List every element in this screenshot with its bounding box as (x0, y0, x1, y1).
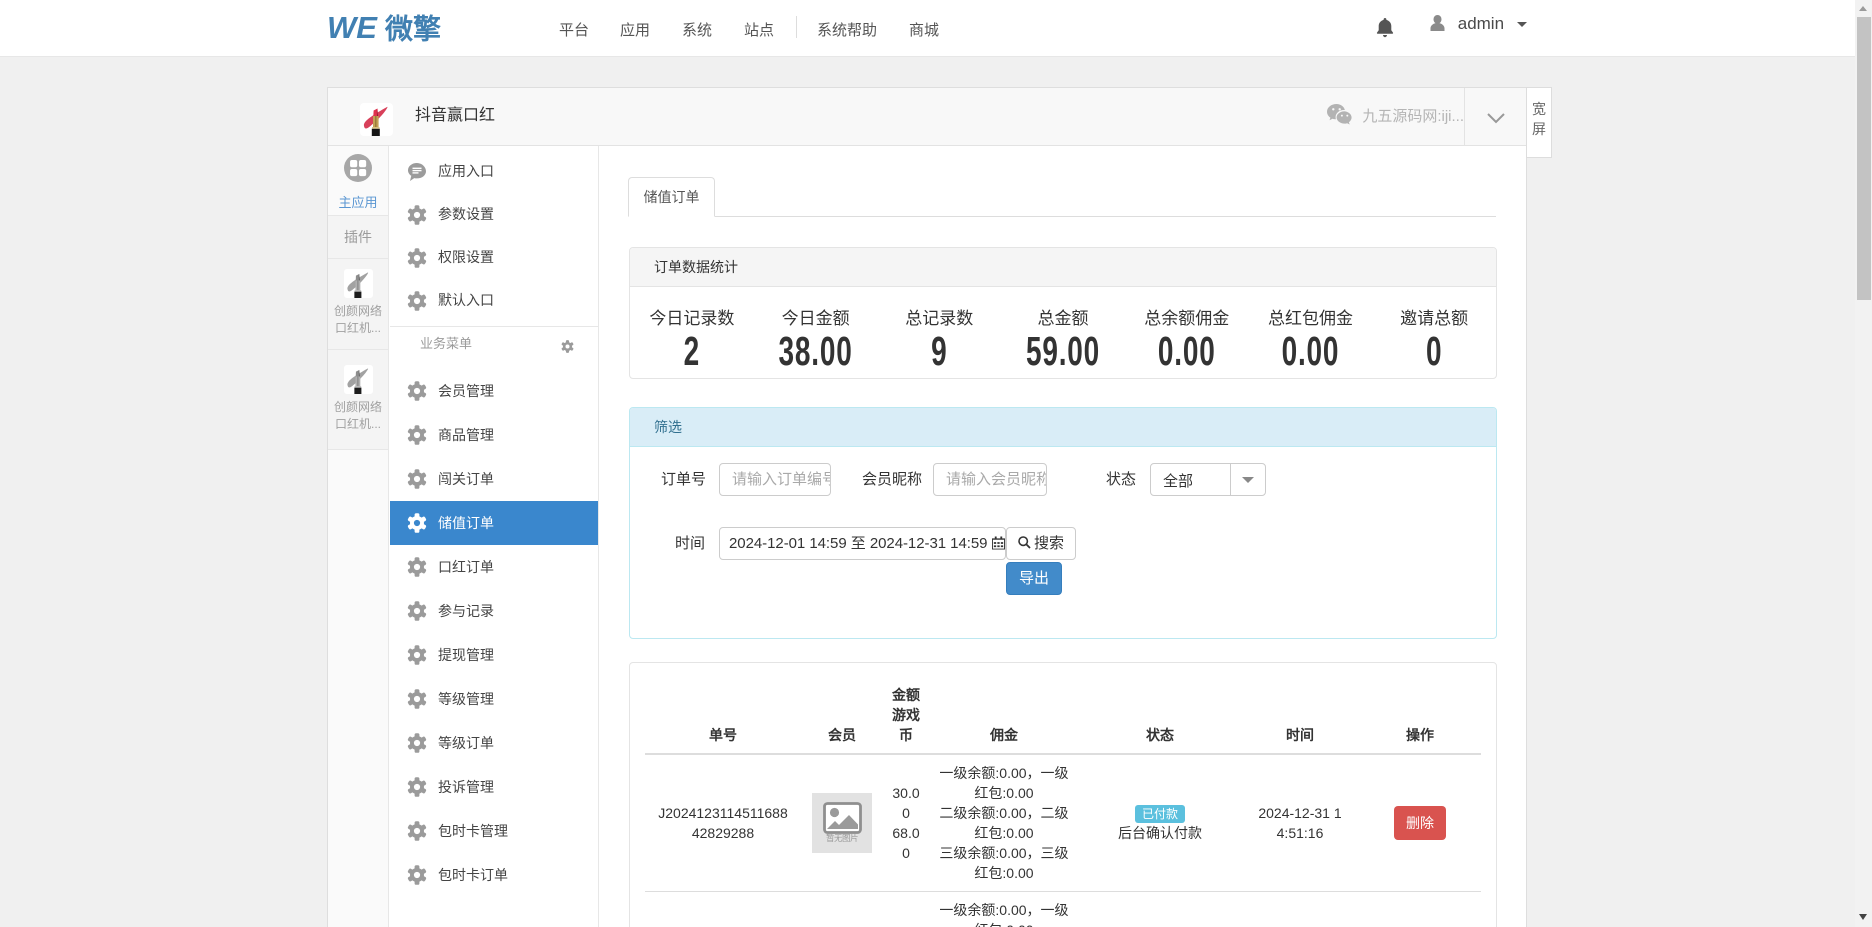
svg-text:WE: WE (328, 12, 378, 43)
svg-text:微擎: 微擎 (384, 13, 441, 44)
